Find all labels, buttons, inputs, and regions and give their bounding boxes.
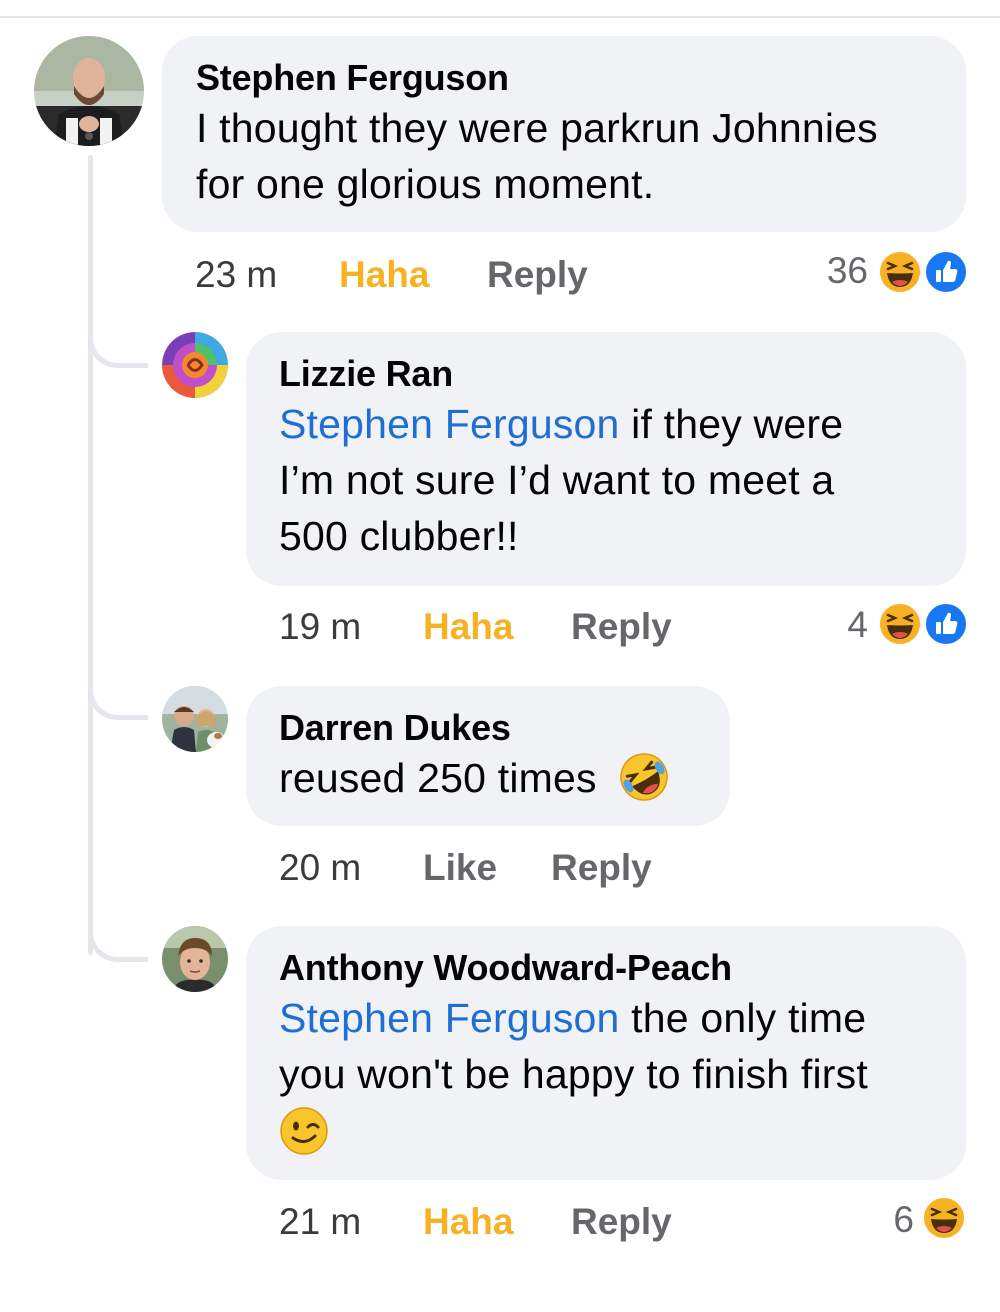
avatar-photo-icon bbox=[34, 36, 144, 146]
thread-branch bbox=[88, 320, 148, 368]
comment-text: if they were bbox=[619, 401, 844, 447]
rolling-laughing-emoji-icon bbox=[620, 753, 669, 801]
comment-text-line: I’m not sure I’d want to meet a bbox=[279, 457, 835, 503]
reply-button[interactable]: Reply bbox=[571, 1197, 672, 1247]
comment-text-line: I thought they were parkrun Johnnies bbox=[196, 105, 878, 151]
comment-actions: 21 m Haha Reply bbox=[279, 1197, 739, 1247]
comment-timestamp[interactable]: 23 m bbox=[195, 250, 277, 300]
like-button[interactable]: Like bbox=[423, 843, 497, 893]
comment-actions: 19 m Haha Reply bbox=[279, 602, 739, 652]
mention-link[interactable]: Stephen Ferguson bbox=[279, 401, 620, 447]
comment-author[interactable]: Anthony Woodward-Peach bbox=[279, 946, 966, 990]
comment-text-line: for one glorious moment. bbox=[196, 161, 655, 207]
comment-text-line bbox=[279, 1102, 966, 1158]
comment-text: the only time bbox=[619, 995, 867, 1041]
reaction-count: 4 bbox=[847, 604, 868, 645]
rainbow-rose-avatar-icon bbox=[162, 332, 228, 398]
thread-line bbox=[88, 155, 93, 955]
like-icon bbox=[924, 602, 968, 646]
comment-bubble: Darren Dukes reused 250 times bbox=[246, 686, 730, 826]
comment-bubble: Anthony Woodward-Peach Stephen Ferguson … bbox=[246, 926, 966, 1180]
comment-timestamp[interactable]: 20 m bbox=[279, 843, 361, 893]
comment-timestamp[interactable]: 19 m bbox=[279, 602, 361, 652]
comment-timestamp[interactable]: 21 m bbox=[279, 1197, 361, 1247]
haha-icon bbox=[878, 250, 922, 294]
reply-button[interactable]: Reply bbox=[571, 602, 672, 652]
reaction-count: 6 bbox=[893, 1199, 914, 1240]
comment-text-line: you won't be happy to finish first bbox=[279, 1051, 868, 1097]
thread-branch bbox=[88, 672, 148, 720]
comment-text-line: Stephen Ferguson if they were bbox=[279, 396, 966, 452]
mention-link[interactable]: Stephen Ferguson bbox=[279, 995, 620, 1041]
top-divider bbox=[0, 16, 1000, 18]
winking-emoji-icon bbox=[280, 1107, 328, 1155]
haha-reaction-button[interactable]: Haha bbox=[423, 1197, 513, 1247]
haha-reaction-button[interactable]: Haha bbox=[423, 602, 513, 652]
haha-icon bbox=[878, 602, 922, 646]
haha-reaction-button[interactable]: Haha bbox=[339, 250, 429, 300]
thread-branch bbox=[88, 914, 148, 962]
comment-author[interactable]: Lizzie Ran bbox=[279, 352, 966, 396]
like-icon bbox=[924, 250, 968, 294]
avatar[interactable] bbox=[162, 686, 228, 752]
avatar[interactable] bbox=[34, 36, 144, 146]
avatar-photo-icon bbox=[162, 926, 228, 992]
comment-text-line: Stephen Ferguson the only time bbox=[279, 990, 966, 1046]
comment-actions: 20 m Like Reply bbox=[279, 843, 739, 893]
comment-author[interactable]: Stephen Ferguson bbox=[196, 56, 966, 100]
avatar[interactable] bbox=[162, 926, 228, 992]
reaction-count: 36 bbox=[826, 250, 868, 291]
avatar[interactable] bbox=[162, 332, 228, 398]
reply-button[interactable]: Reply bbox=[551, 843, 652, 893]
haha-icon bbox=[922, 1196, 966, 1240]
avatar-photo-icon bbox=[162, 686, 228, 752]
comment-actions: 23 m Haha Reply bbox=[195, 250, 655, 300]
reply-button[interactable]: Reply bbox=[487, 250, 588, 300]
comment-text-line: 500 clubber!! bbox=[279, 513, 519, 559]
comment-text-line: reused 250 times bbox=[279, 750, 730, 806]
comment-bubble: Stephen Ferguson I thought they were par… bbox=[162, 36, 966, 232]
comment-author[interactable]: Darren Dukes bbox=[279, 706, 730, 750]
comment-text: reused 250 times bbox=[279, 755, 597, 801]
comment-bubble: Lizzie Ran Stephen Ferguson if they were… bbox=[246, 332, 966, 586]
